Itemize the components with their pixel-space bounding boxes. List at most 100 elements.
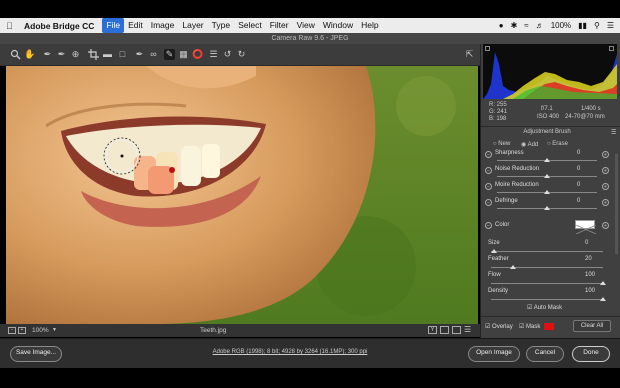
targeted-adjustment-icon[interactable]: ⊕	[70, 49, 81, 60]
volume-icon[interactable]: ♬	[536, 18, 544, 33]
apple-icon[interactable]: 	[6, 21, 16, 31]
minus-icon[interactable]: −	[485, 151, 492, 158]
slider-value[interactable]: 0	[577, 198, 580, 204]
slider-moire-reduction: − Moire Reduction 0 +	[483, 182, 615, 196]
red-eye-icon[interactable]: ∞	[148, 49, 159, 60]
mode-add[interactable]: ◉ Add	[521, 141, 538, 148]
menu-window[interactable]: Window	[319, 18, 357, 33]
plus-icon[interactable]: +	[602, 199, 609, 206]
slider-value[interactable]: 0	[577, 150, 580, 156]
param-track[interactable]	[491, 299, 603, 300]
mode-new[interactable]: ○ New	[493, 141, 510, 147]
param-value[interactable]: 20	[585, 256, 592, 262]
slider-label: Sharpness	[495, 150, 524, 156]
app-name[interactable]: Adobe Bridge CC	[24, 21, 94, 31]
clear-all-button[interactable]: Clear All	[573, 320, 611, 332]
param-track[interactable]	[491, 251, 603, 252]
param-knob[interactable]	[491, 249, 498, 253]
slider-value[interactable]: 0	[577, 166, 580, 172]
menu-view[interactable]: View	[293, 18, 319, 33]
menu-help[interactable]: Help	[357, 18, 382, 33]
white-balance-icon[interactable]: ✒	[42, 49, 53, 60]
slider-value[interactable]: 0	[577, 182, 580, 188]
overlay-label: Overlay	[492, 324, 513, 330]
menu-select[interactable]: Select	[234, 18, 266, 33]
color-plus-icon[interactable]: +	[602, 222, 609, 229]
mode-add-label: Add	[527, 142, 539, 148]
fullscreen-icon[interactable]: ⇱	[464, 49, 475, 60]
graduated-filter-icon[interactable]: ▦	[178, 49, 189, 60]
crop-icon[interactable]	[88, 49, 99, 60]
param-label: Feather	[488, 256, 509, 262]
creative-cloud-icon[interactable]: ●	[499, 18, 504, 33]
menu-image[interactable]: Image	[147, 18, 179, 33]
notification-icon[interactable]: ☰	[607, 18, 614, 33]
minus-icon[interactable]: −	[485, 199, 492, 206]
plus-icon[interactable]: +	[602, 151, 609, 158]
param-knob[interactable]	[510, 265, 517, 269]
cancel-button[interactable]: Cancel	[526, 346, 564, 362]
open-image-button[interactable]: Open Image	[468, 346, 520, 362]
wifi-icon[interactable]: ≈	[524, 18, 528, 33]
mask-color-swatch[interactable]	[544, 323, 554, 330]
param-value[interactable]: 100	[585, 272, 595, 278]
view-y-icon[interactable]: Y	[428, 326, 437, 334]
image-preview[interactable]	[6, 66, 478, 324]
view-before-after-icon[interactable]	[440, 326, 449, 334]
save-image-button[interactable]: Save Image...	[10, 346, 62, 362]
auto-mask-checkbox[interactable]: ☑ Auto Mask	[527, 304, 562, 311]
plus-icon[interactable]: +	[602, 183, 609, 190]
highlight-clipping-icon[interactable]	[609, 46, 614, 51]
radial-filter-icon[interactable]: ⭕	[192, 49, 203, 60]
straighten-icon[interactable]: ▬	[102, 49, 113, 60]
rotate-right-icon[interactable]: ↻	[236, 49, 247, 60]
param-value[interactable]: 100	[585, 288, 595, 294]
plus-icon[interactable]: +	[602, 167, 609, 174]
shadow-clipping-icon[interactable]	[485, 46, 490, 51]
histogram	[483, 44, 617, 99]
zoom-dropdown-icon[interactable]: ▼	[52, 327, 57, 333]
done-button[interactable]: Done	[572, 346, 610, 362]
slider-knob[interactable]	[544, 206, 550, 210]
panel-menu-icon[interactable]: ☰	[611, 129, 616, 136]
search-icon[interactable]: ⚲	[594, 18, 600, 33]
adjustment-brush-icon[interactable]: ✎	[164, 49, 175, 60]
swap-view-icon[interactable]	[452, 326, 461, 334]
battery-icon[interactable]: ▮▮	[578, 18, 587, 33]
menu-filter[interactable]: Filter	[266, 18, 293, 33]
zoom-in-icon[interactable]: +	[18, 327, 26, 334]
menu-layer[interactable]: Layer	[178, 18, 207, 33]
color-sampler-icon[interactable]: ✒	[56, 49, 67, 60]
color-swatch[interactable]	[575, 220, 597, 235]
rotate-left-icon[interactable]: ↺	[222, 49, 233, 60]
color-label: Color	[495, 222, 510, 228]
slider-knob[interactable]	[544, 190, 550, 194]
mode-erase[interactable]: ○ Erase	[547, 141, 568, 147]
color-minus-icon[interactable]: −	[485, 222, 492, 229]
minus-icon[interactable]: −	[485, 167, 492, 174]
param-knob[interactable]	[600, 281, 606, 285]
param-track[interactable]	[491, 267, 603, 268]
slider-knob[interactable]	[544, 158, 550, 162]
view-settings-icon[interactable]: ☰	[464, 325, 471, 334]
slider-knob[interactable]	[544, 174, 550, 178]
spot-removal-icon[interactable]: ✒	[134, 49, 145, 60]
bluetooth-icon[interactable]: ✱	[511, 18, 518, 33]
param-value[interactable]: 0	[585, 240, 588, 246]
workflow-options-link[interactable]: Adobe RGB (1998); 8 bit; 4928 by 3264 (1…	[140, 349, 440, 355]
overlay-checkbox[interactable]: ☑ Overlay	[485, 323, 513, 330]
param-knob[interactable]	[600, 297, 606, 301]
zoom-out-icon[interactable]: −	[8, 327, 16, 334]
minus-icon[interactable]: −	[485, 183, 492, 190]
hand-tool-icon[interactable]: ✋	[24, 49, 35, 60]
param-track[interactable]	[491, 283, 603, 284]
menu-edit[interactable]: Edit	[124, 18, 147, 33]
menu-file[interactable]: File	[102, 18, 125, 33]
menu-type[interactable]: Type	[208, 18, 234, 33]
transform-icon[interactable]: □	[117, 49, 128, 60]
zoom-tool-icon[interactable]	[10, 49, 21, 60]
mask-checkbox[interactable]: ☑ Mask	[519, 323, 540, 330]
zoom-level[interactable]: 100%	[32, 327, 49, 334]
panel-scrollbar[interactable]	[615, 154, 618, 254]
preferences-icon[interactable]: ☰	[208, 49, 219, 60]
